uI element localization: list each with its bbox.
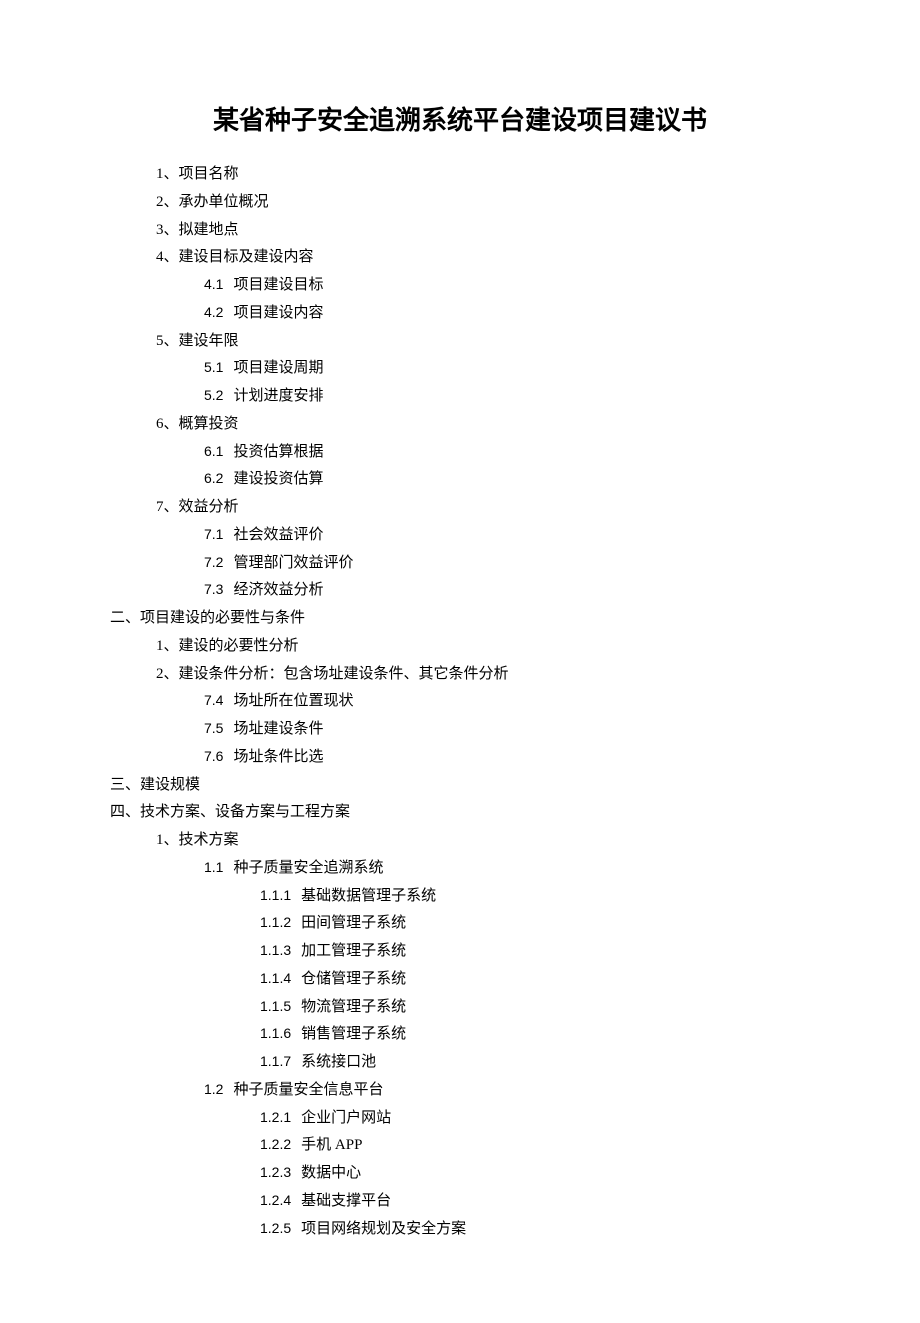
toc-item-7-3: 7.3经济效益分析 <box>204 577 820 605</box>
toc-item-5-2: 5.2计划进度安排 <box>204 383 820 411</box>
toc-item-4-2: 4.2项目建设内容 <box>204 300 820 328</box>
toc-item-2-2: 2、建设条件分析：包含场址建设条件、其它条件分析 <box>156 661 820 689</box>
toc-item-4-1-2: 1.2种子质量安全信息平台 <box>204 1077 820 1105</box>
toc-item-7: 7、效益分析 <box>156 494 820 522</box>
toc-item-4-1-1-1: 1.1.1基础数据管理子系统 <box>260 883 820 911</box>
toc-item-2-1: 1、建设的必要性分析 <box>156 633 820 661</box>
toc-item-2-2-3: 7.6场址条件比选 <box>204 744 820 772</box>
document-title: 某省种子安全追溯系统平台建设项目建议书 <box>100 100 820 137</box>
toc-heading-3: 三、建设规模 <box>110 772 820 800</box>
toc-item-5-1: 5.1项目建设周期 <box>204 355 820 383</box>
toc-item-7-1: 7.1社会效益评价 <box>204 522 820 550</box>
toc-item-4-1-tech: 1、技术方案 <box>156 827 820 855</box>
toc-heading-2: 二、项目建设的必要性与条件 <box>110 605 820 633</box>
toc-item-4-1-2-5: 1.2.5项目网络规划及安全方案 <box>260 1216 820 1244</box>
toc-item-6-2: 6.2建设投资估算 <box>204 466 820 494</box>
toc-item-4-1-2-3: 1.2.3数据中心 <box>260 1160 820 1188</box>
toc-item-4-1-1-4: 1.1.4仓储管理子系统 <box>260 966 820 994</box>
toc-item-2-2-2: 7.5场址建设条件 <box>204 716 820 744</box>
toc-item-4: 4、建设目标及建设内容 <box>156 244 820 272</box>
toc-item-4-1-2-1: 1.2.1企业门户网站 <box>260 1105 820 1133</box>
toc-item-4-1-2-4: 1.2.4基础支撑平台 <box>260 1188 820 1216</box>
toc-item-4-1-1-3: 1.1.3加工管理子系统 <box>260 938 820 966</box>
toc-item-4-1: 4.1项目建设目标 <box>204 272 820 300</box>
toc-item-7-2: 7.2管理部门效益评价 <box>204 550 820 578</box>
toc-heading-4: 四、技术方案、设备方案与工程方案 <box>110 799 820 827</box>
toc-item-2: 2、承办单位概况 <box>156 189 820 217</box>
toc-item-5: 5、建设年限 <box>156 328 820 356</box>
toc-item-1: 1、项目名称 <box>156 161 820 189</box>
toc-item-4-1-2-2: 1.2.2手机 APP <box>260 1132 820 1160</box>
document-page: 某省种子安全追溯系统平台建设项目建议书 1、项目名称 2、承办单位概况 3、拟建… <box>0 0 920 1323</box>
toc-item-3: 3、拟建地点 <box>156 217 820 245</box>
toc-item-4-1-1-2: 1.1.2田间管理子系统 <box>260 910 820 938</box>
toc-item-4-1-1-5: 1.1.5物流管理子系统 <box>260 994 820 1022</box>
toc-item-4-1-1-6: 1.1.6销售管理子系统 <box>260 1021 820 1049</box>
toc-item-4-1-1-7: 1.1.7系统接口池 <box>260 1049 820 1077</box>
toc-item-4-1-1: 1.1种子质量安全追溯系统 <box>204 855 820 883</box>
toc-item-6: 6、概算投资 <box>156 411 820 439</box>
toc-item-6-1: 6.1投资估算根据 <box>204 439 820 467</box>
toc-item-2-2-1: 7.4场址所在位置现状 <box>204 688 820 716</box>
